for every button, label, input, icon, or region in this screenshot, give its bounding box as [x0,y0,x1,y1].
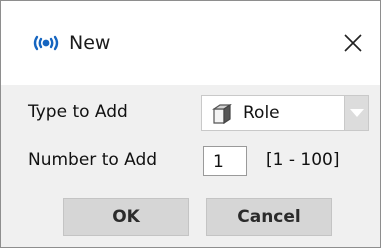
cube-icon [211,103,233,125]
number-to-add-label: Number to Add [28,150,158,170]
chevron-down-icon [350,109,364,117]
number-range-hint: [1 - 100] [266,150,340,170]
close-icon [344,34,362,52]
close-button[interactable] [337,27,369,59]
type-select[interactable]: Role [201,95,369,131]
dialog-titlebar[interactable]: New [1,1,380,85]
type-select-value: Role [243,103,280,123]
new-dialog: New Type to Add Role Number to Add 1 [1 … [0,0,381,248]
dialog-title: New [69,32,111,54]
dialog-body: Type to Add Role Number to Add [1 - 100]… [1,85,380,247]
network-eye-icon [31,35,61,51]
type-select-dropdown-button[interactable] [344,96,368,130]
number-to-add-input[interactable] [203,146,247,176]
type-to-add-label: Type to Add [28,102,128,122]
ok-button[interactable]: OK [63,198,189,236]
cancel-button[interactable]: Cancel [206,198,332,236]
